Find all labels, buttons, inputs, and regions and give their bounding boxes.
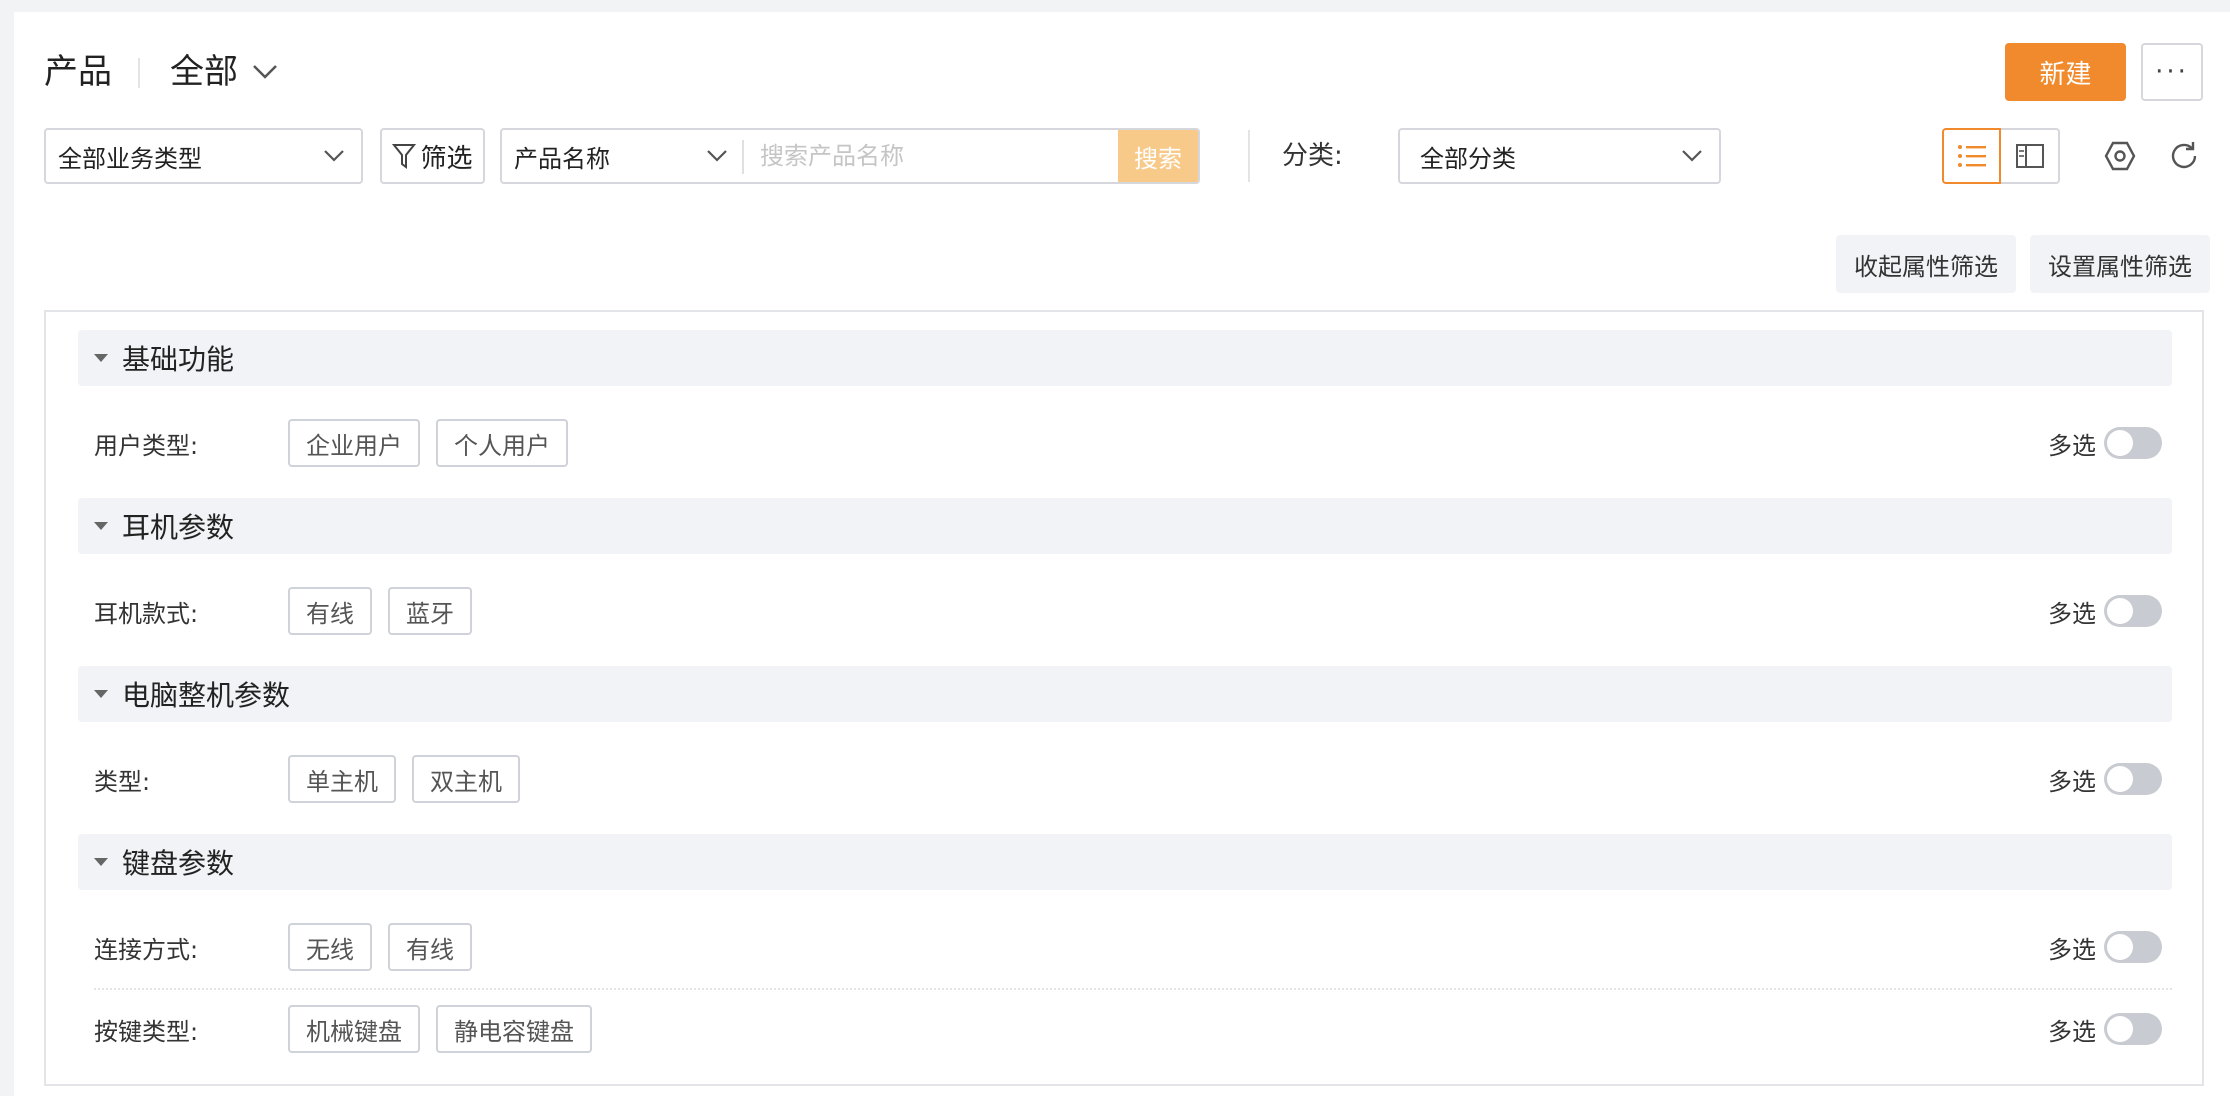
caret-down-icon	[94, 690, 108, 698]
tag-list: 企业用户 个人用户	[288, 419, 568, 467]
collapse-attr-filter-button[interactable]: 收起属性筛选	[1836, 235, 2016, 293]
category-label: 分类:	[1282, 141, 1343, 171]
funnel-icon	[392, 144, 417, 169]
group-title: 基础功能	[122, 343, 235, 376]
attribute-filter-panel: 基础功能 用户类型: 企业用户 个人用户 多选 耳机参数 耳机款式: 有线 蓝牙	[44, 310, 2204, 1086]
multi-select-label: 多选	[2048, 599, 2096, 628]
multi-select-control: 多选	[2048, 922, 2162, 972]
multi-select-control: 多选	[2048, 586, 2162, 636]
list-view-button[interactable]	[1942, 128, 2001, 184]
main-panel: 产品 全部 新建 ··· 全部业务类型 筛选 产品名称 搜索 分类: 全部分类	[14, 12, 2230, 1096]
tag-option[interactable]: 双主机	[412, 755, 520, 803]
business-type-value: 全部业务类型	[58, 144, 202, 173]
group-title: 键盘参数	[122, 847, 235, 880]
more-button[interactable]: ···	[2141, 43, 2203, 101]
search-group: 产品名称 搜索	[500, 128, 1200, 184]
search-input[interactable]	[744, 130, 1118, 182]
business-type-select[interactable]: 全部业务类型	[44, 128, 363, 184]
filter-button[interactable]: 筛选	[380, 128, 485, 184]
group-header-computer[interactable]: 电脑整机参数	[78, 666, 2172, 722]
caret-down-icon	[94, 522, 108, 530]
multi-select-toggle[interactable]	[2104, 1013, 2162, 1045]
group-title: 电脑整机参数	[122, 679, 291, 712]
attr-row-user-type: 用户类型: 企业用户 个人用户 多选	[94, 418, 2172, 468]
category-value: 全部分类	[1420, 144, 1516, 173]
multi-select-control: 多选	[2048, 1004, 2162, 1054]
caret-down-icon	[94, 858, 108, 866]
chevron-down-icon	[707, 150, 727, 162]
multi-select-toggle[interactable]	[2104, 763, 2162, 795]
multi-select-toggle[interactable]	[2104, 595, 2162, 627]
multi-select-label: 多选	[2048, 431, 2096, 460]
scope-dropdown[interactable]: 全部	[170, 52, 278, 92]
multi-select-label: 多选	[2048, 1017, 2096, 1046]
search-field-value: 产品名称	[514, 144, 610, 173]
multi-select-control: 多选	[2048, 418, 2162, 468]
attr-row-earphone-style: 耳机款式: 有线 蓝牙 多选	[94, 586, 2172, 636]
settings-icon[interactable]	[2100, 136, 2140, 176]
multi-select-toggle[interactable]	[2104, 931, 2162, 963]
category-select[interactable]: 全部分类	[1398, 128, 1721, 184]
chevron-down-icon	[324, 150, 344, 162]
caret-down-icon	[94, 354, 108, 362]
search-field-select[interactable]: 产品名称	[502, 130, 744, 182]
tag-option[interactable]: 个人用户	[436, 419, 568, 467]
page-title: 产品	[44, 52, 112, 92]
group-header-basic[interactable]: 基础功能	[78, 330, 2172, 386]
refresh-icon[interactable]	[2164, 136, 2204, 176]
group-title: 耳机参数	[122, 511, 235, 544]
new-button[interactable]: 新建	[2005, 43, 2126, 101]
tag-list: 单主机 双主机	[288, 755, 520, 803]
tag-option[interactable]: 无线	[288, 923, 372, 971]
multi-select-control: 多选	[2048, 754, 2162, 804]
tag-option[interactable]: 单主机	[288, 755, 396, 803]
group-header-earphone[interactable]: 耳机参数	[78, 498, 2172, 554]
title-divider	[138, 58, 140, 88]
filter-label: 筛选	[420, 143, 473, 174]
multi-select-label: 多选	[2048, 767, 2096, 796]
attr-row-computer-type: 类型: 单主机 双主机 多选	[94, 754, 2172, 804]
tag-list: 有线 蓝牙	[288, 587, 472, 635]
attr-row-connection: 连接方式: 无线 有线 多选	[94, 922, 2172, 972]
attr-row-key-type: 按键类型: 机械键盘 静电容键盘 多选	[94, 1004, 2172, 1054]
search-button[interactable]: 搜索	[1118, 130, 1198, 182]
attr-label: 按键类型:	[94, 1017, 199, 1046]
list-icon	[1957, 145, 1986, 167]
tag-option[interactable]: 有线	[388, 923, 472, 971]
tag-list: 机械键盘 静电容键盘	[288, 1005, 592, 1053]
view-toggle	[1942, 128, 2060, 184]
scope-label: 全部	[170, 52, 238, 92]
row-divider	[94, 988, 2172, 990]
attr-label: 耳机款式:	[94, 599, 199, 628]
chevron-down-icon	[1682, 150, 1702, 162]
chevron-down-icon	[253, 65, 277, 79]
tag-option[interactable]: 静电容键盘	[436, 1005, 592, 1053]
set-attr-filter-button[interactable]: 设置属性筛选	[2030, 235, 2210, 293]
tag-list: 无线 有线	[288, 923, 472, 971]
attr-label: 用户类型:	[94, 431, 199, 460]
tag-option[interactable]: 企业用户	[288, 419, 420, 467]
tag-option[interactable]: 蓝牙	[388, 587, 472, 635]
group-header-keyboard[interactable]: 键盘参数	[78, 834, 2172, 890]
toolbar-divider	[1248, 130, 1250, 182]
attr-label: 连接方式:	[94, 935, 199, 964]
tag-option[interactable]: 机械键盘	[288, 1005, 420, 1053]
split-view-button[interactable]	[2001, 128, 2060, 184]
multi-select-label: 多选	[2048, 935, 2096, 964]
multi-select-toggle[interactable]	[2104, 427, 2162, 459]
tag-option[interactable]: 有线	[288, 587, 372, 635]
split-panel-icon	[2015, 144, 2044, 168]
attr-label: 类型:	[94, 767, 151, 796]
